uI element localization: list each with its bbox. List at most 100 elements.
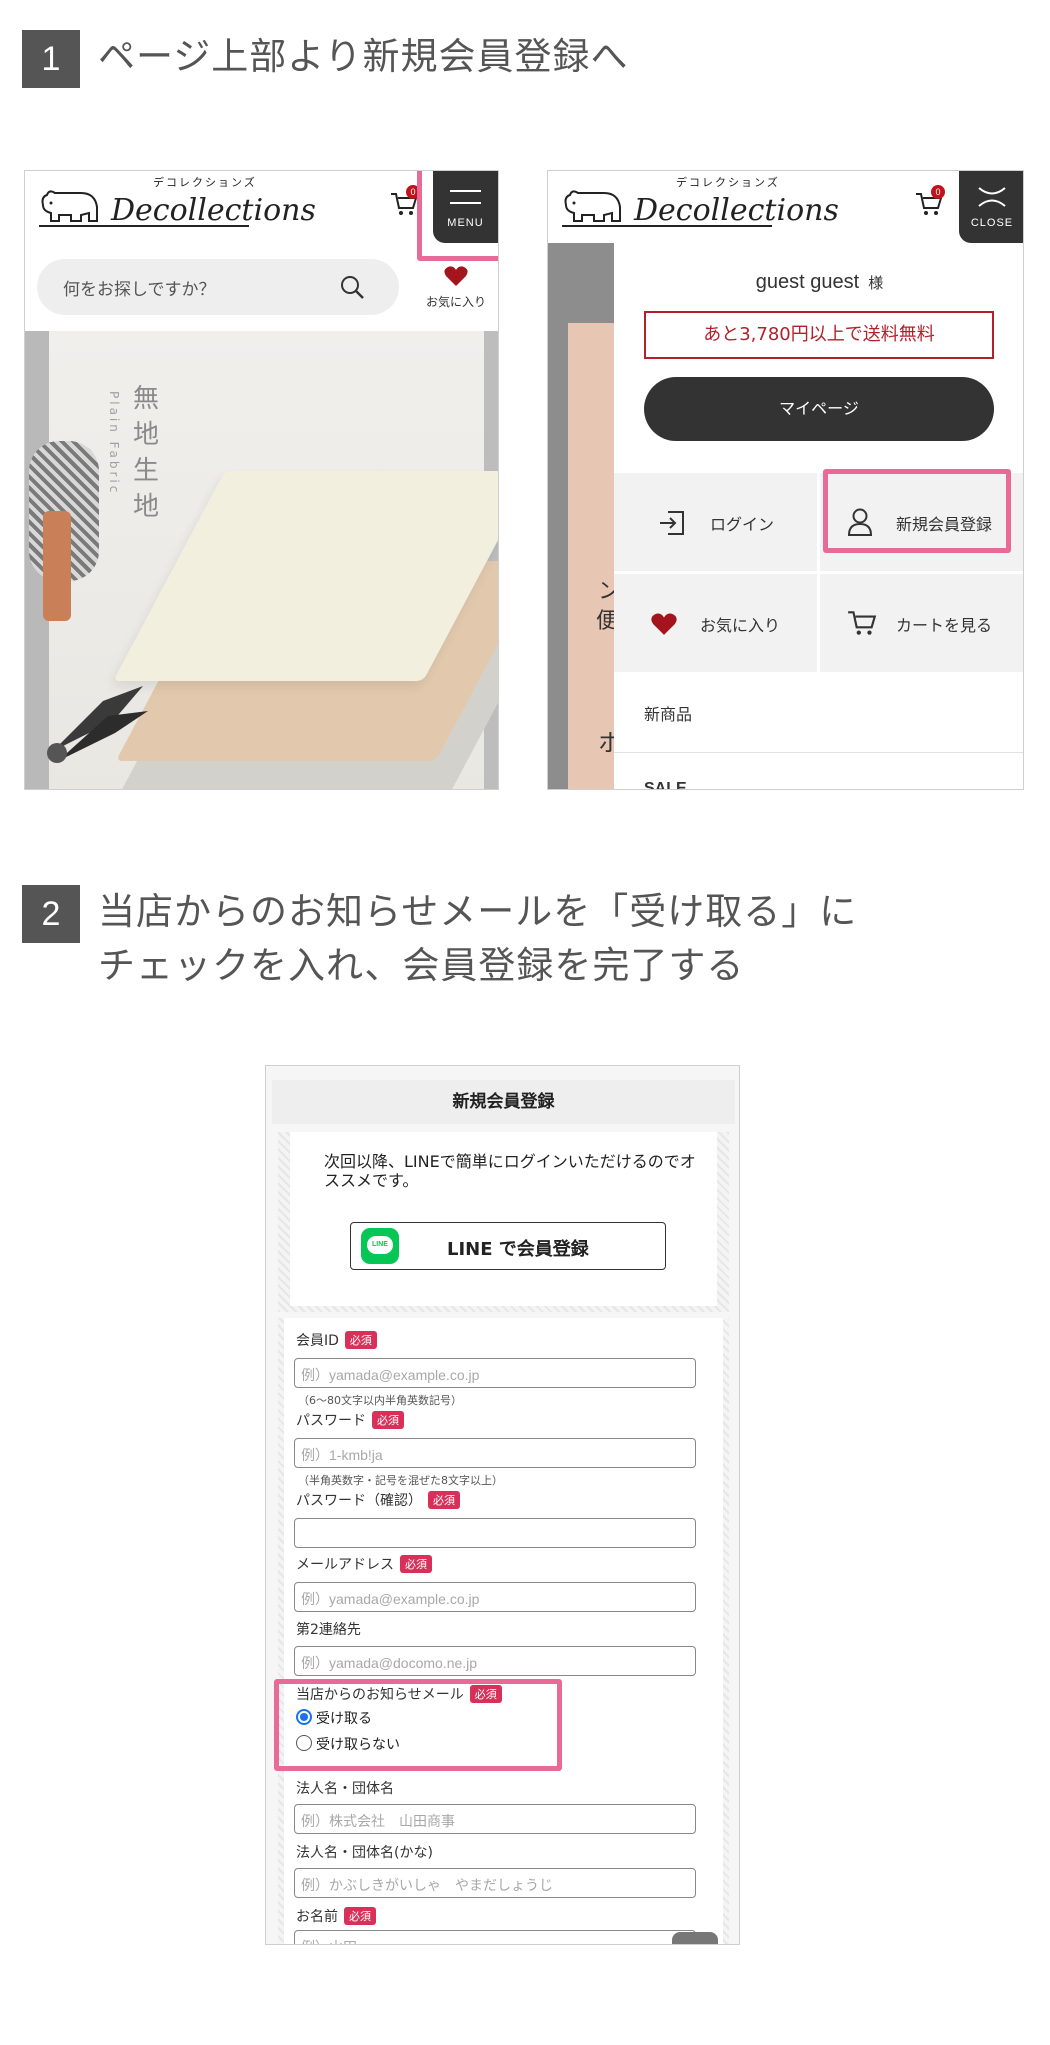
email-label-text: メールアドレス xyxy=(296,1557,394,1573)
login-icon xyxy=(660,511,684,535)
hero-title: 無地生地 xyxy=(133,384,160,522)
form-title: 新規会員登録 xyxy=(452,1092,555,1112)
site-header-menu-open: デコレクションズ Decollections 0 CLOSE xyxy=(548,171,1023,243)
line-panel: 次回以降、LINEで簡単にログインいただけるのでオススメです。 LINE LIN… xyxy=(278,1132,729,1312)
search-icon[interactable] xyxy=(339,274,365,300)
logo-underline xyxy=(39,225,249,227)
second-contact-placeholder: 例）yamada@docomo.ne.jp xyxy=(301,1655,478,1671)
favorites-menu-button[interactable]: お気に入り xyxy=(614,574,817,672)
highlight-menu xyxy=(417,171,498,261)
logo[interactable]: デコレクションズ Decollections xyxy=(548,171,839,243)
name-label-text: お名前 xyxy=(296,1909,338,1925)
email-label: メールアドレス 必須 xyxy=(296,1554,432,1574)
member-id-placeholder: 例）yamada@example.co.jp xyxy=(301,1367,480,1383)
background-page: ン 便 ホ xyxy=(548,243,622,789)
shipping-notice: あと3,780円以上で送料無料 xyxy=(644,311,994,359)
company-placeholder: 例）株式会社 山田商事 xyxy=(301,1813,455,1829)
menu-item-new-items[interactable]: 新商品 xyxy=(614,673,1023,753)
logo-kana: デコレクションズ xyxy=(676,176,780,189)
password-confirm-label-text: パスワード（確認） xyxy=(296,1493,422,1509)
wooden-spool xyxy=(43,511,71,621)
line-logo-bubble: LINE xyxy=(367,1236,393,1254)
required-badge: 必須 xyxy=(428,1491,460,1509)
company-label: 法人名・団体名 xyxy=(296,1781,394,1797)
bear-logo-icon xyxy=(41,190,98,222)
phone-screenshot-menu-open: デコレクションズ Decollections 0 CLOSE ン 便 ホ gue… xyxy=(547,170,1024,790)
line-register-button[interactable]: LINE LINE で会員登録 xyxy=(350,1222,666,1270)
password-confirm-label: パスワード（確認） 必須 xyxy=(296,1490,460,1510)
view-cart-label: カートを見る xyxy=(896,616,993,635)
member-id-label: 会員ID 必須 xyxy=(296,1330,377,1350)
heart-icon xyxy=(651,613,677,635)
name-field[interactable]: 例）山田 xyxy=(294,1930,696,1944)
mypage-label: マイページ xyxy=(779,399,859,418)
mypage-button[interactable]: マイページ xyxy=(644,377,994,441)
password-confirm-field[interactable] xyxy=(294,1518,696,1548)
logo-wordmark: Decollections xyxy=(111,193,316,228)
company-field[interactable]: 例）株式会社 山田商事 xyxy=(294,1804,696,1834)
search-bar[interactable]: 何をお探しですか？ xyxy=(37,259,399,315)
shipping-notice-text: あと3,780円以上で送料無料 xyxy=(703,324,935,345)
line-intro: 次回以降、LINEで簡単にログインいただけるのでオススメです。 xyxy=(324,1152,696,1190)
name-placeholder: 例）山田 xyxy=(301,1937,357,1944)
login-button[interactable]: ログイン xyxy=(614,473,817,571)
logo-kana: デコレクションズ xyxy=(153,176,257,189)
form-panel: 会員ID 必須 例）yamada@example.co.jp （6〜80文字以内半… xyxy=(278,1318,729,1944)
phone-screenshot-home: デコレクションズ Decollections 0 MENU 何をお探しですか？ xyxy=(24,170,499,790)
required-badge: 必須 xyxy=(400,1555,432,1573)
second-contact-label: 第2連絡先 xyxy=(296,1622,361,1638)
cart-button[interactable]: 0 xyxy=(389,185,420,217)
hero-subtitle: Plain Fabric xyxy=(107,391,121,496)
menu-item-sale[interactable]: SALE xyxy=(614,754,1023,790)
favorites-label: お気に入り xyxy=(425,295,486,309)
close-button[interactable]: CLOSE xyxy=(959,171,1023,243)
sale-label: SALE xyxy=(644,780,687,790)
password-field[interactable]: 例）1-kmb!ja xyxy=(294,1438,696,1468)
close-label: CLOSE xyxy=(970,217,1014,229)
scroll-top-tab[interactable] xyxy=(672,1932,718,1944)
heart-icon xyxy=(444,266,468,286)
step-number: 2 xyxy=(22,885,80,943)
favorites-button[interactable]: お気に入り xyxy=(418,263,494,319)
user-name: guest guest xyxy=(755,271,860,293)
highlight-newsletter xyxy=(274,1679,562,1771)
cart-icon xyxy=(848,611,877,635)
password-label-text: パスワード xyxy=(296,1413,366,1429)
email-placeholder: 例）yamada@example.co.jp xyxy=(301,1591,480,1607)
view-cart-button[interactable]: カートを見る xyxy=(820,574,1023,672)
bear-logo-icon xyxy=(564,190,621,222)
member-id-label-text: 会員ID xyxy=(296,1333,339,1349)
step-title-line-1: 当店からのお知らせメールを「受け取る」に xyxy=(98,890,858,933)
password-label: パスワード 必須 xyxy=(296,1410,404,1430)
second-contact-field[interactable]: 例）yamada@docomo.ne.jp xyxy=(294,1646,696,1676)
password-hint: （半角英数字・記号を混ぜた8文字以上） xyxy=(298,1474,503,1487)
login-label: ログイン xyxy=(710,515,775,534)
email-field[interactable]: 例）yamada@example.co.jp xyxy=(294,1582,696,1612)
form-panel-inner: 会員ID 必須 例）yamada@example.co.jp （6〜80文字以内半… xyxy=(284,1318,723,1944)
required-badge: 必須 xyxy=(372,1411,404,1429)
step-title: 当店からのお知らせメールを「受け取る」に チェックを入れ、会員登録を完了する xyxy=(98,885,857,993)
required-badge: 必須 xyxy=(344,1331,377,1349)
line-panel-inner: 次回以降、LINEで簡単にログインいただけるのでオススメです。 LINE LIN… xyxy=(290,1132,717,1306)
hero-banner[interactable]: 無地生地 Plain Fabric xyxy=(25,331,498,789)
line-logo-icon: LINE xyxy=(361,1228,399,1264)
form-title-bar: 新規会員登録 xyxy=(272,1080,735,1124)
step-2-heading: 2 当店からのお知らせメールを「受け取る」に チェックを入れ、会員登録を完了する xyxy=(22,885,857,993)
step-title: ページ上部より新規会員登録へ xyxy=(98,35,629,78)
name-label: お名前 必須 xyxy=(296,1906,376,1926)
step-number: 1 xyxy=(22,30,80,88)
cart-button[interactable]: 0 xyxy=(914,185,945,217)
bg-banner xyxy=(568,323,614,789)
phone-screenshot-register-form: 新規会員登録 次回以降、LINEで簡単にログインいただけるのでオススメです。 L… xyxy=(265,1065,740,1945)
step-1-heading: 1 ページ上部より新規会員登録へ xyxy=(22,30,629,88)
new-items-label: 新商品 xyxy=(644,705,693,724)
member-id-field[interactable]: 例）yamada@example.co.jp xyxy=(294,1358,696,1388)
highlight-register xyxy=(823,469,1011,553)
logo[interactable]: デコレクションズ Decollections xyxy=(25,171,316,243)
company-kana-field[interactable]: 例）かぶしきがいしゃ やまだしょうじ xyxy=(294,1868,696,1898)
line-logo-text: LINE xyxy=(372,1241,388,1248)
company-kana-label: 法人名・団体名(かな) xyxy=(296,1845,433,1861)
member-id-hint: （6〜80文字以内半角英数記号） xyxy=(298,1394,462,1407)
user-suffix: 様 xyxy=(868,274,884,292)
company-kana-placeholder: 例）かぶしきがいしゃ やまだしょうじ xyxy=(301,1877,553,1893)
